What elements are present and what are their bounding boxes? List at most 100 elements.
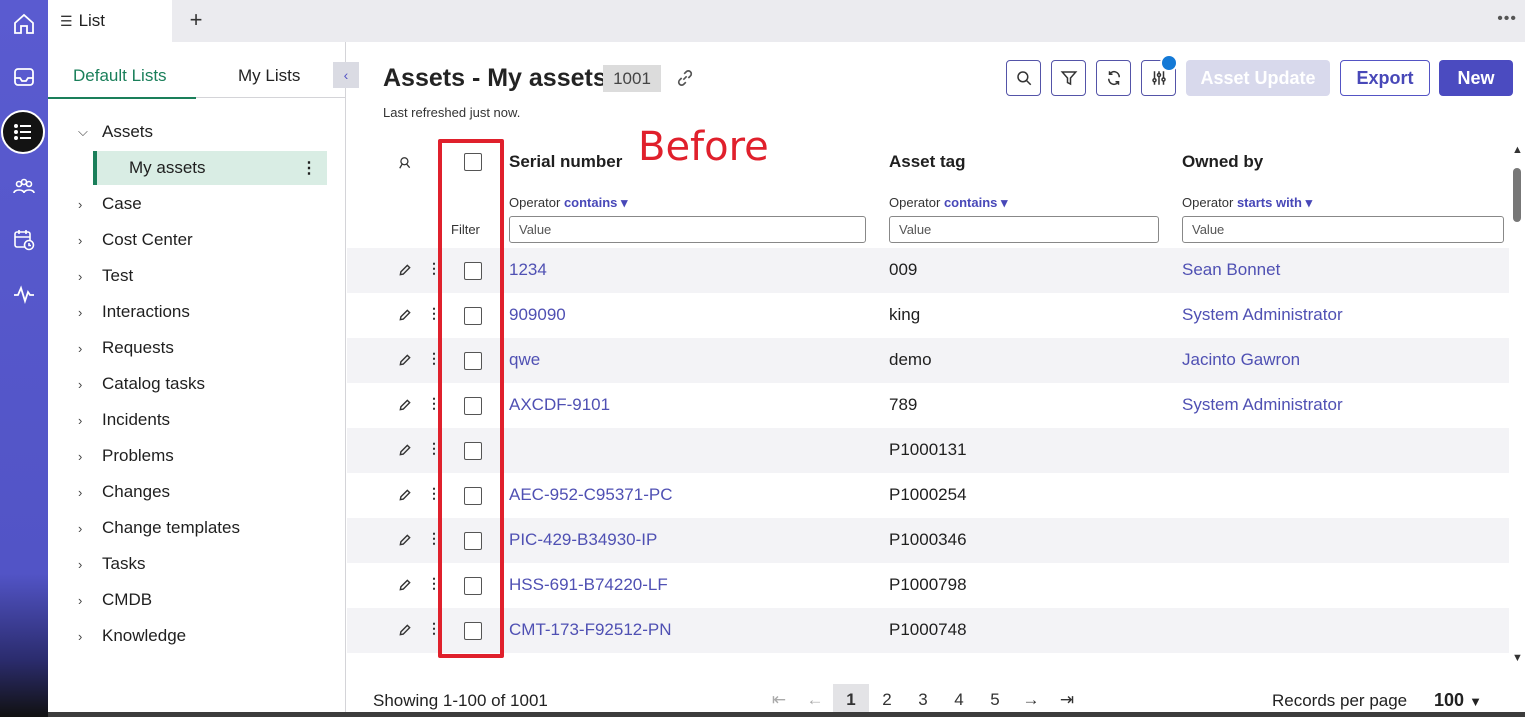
new-button[interactable]: New [1439, 60, 1513, 96]
edit-icon[interactable] [398, 578, 412, 592]
search-button[interactable] [1006, 60, 1041, 96]
table-row[interactable]: ⋮ P1000131 [347, 428, 1509, 473]
list-icon[interactable] [1, 110, 45, 154]
sliders-icon [1151, 71, 1166, 85]
left-rail [0, 0, 48, 717]
edit-icon[interactable] [398, 623, 412, 637]
add-tab-icon[interactable]: + [184, 7, 208, 32]
edit-icon[interactable] [398, 533, 412, 547]
column-header-asset-tag[interactable]: Asset tag [889, 152, 966, 172]
serial-number-link[interactable]: CMT-173-F92512-PN [509, 620, 672, 640]
edit-icon[interactable] [398, 263, 412, 277]
owned-by-link[interactable]: Jacinto Gawron [1182, 350, 1300, 370]
owned-by-link[interactable]: Sean Bonnet [1182, 260, 1280, 280]
table-row[interactable]: ⋮ HSS-691-B74220-LF P1000798 [347, 563, 1509, 608]
tree-item-cmdb[interactable]: › CMDB [48, 582, 346, 618]
serial-number-link[interactable]: HSS-691-B74220-LF [509, 575, 668, 595]
table-row[interactable]: ⋮ AEC-952-C95371-PC P1000254 [347, 473, 1509, 518]
edit-icon[interactable] [398, 353, 412, 367]
asset-update-button[interactable]: Asset Update [1186, 60, 1330, 96]
records-per-page-select[interactable]: 100 ▼ [1434, 690, 1482, 711]
serial-number-link[interactable]: 909090 [509, 305, 566, 325]
caret-down-icon[interactable]: ▾ [621, 195, 628, 210]
asset-tag-cell: demo [889, 350, 932, 369]
table-row[interactable]: ⋮ AXCDF-9101 789 System Administrator [347, 383, 1509, 428]
owned-by-link[interactable]: System Administrator [1182, 305, 1343, 325]
tree-item-interactions[interactable]: › Interactions [48, 294, 346, 330]
link-icon[interactable] [675, 68, 695, 88]
vertical-scrollbar[interactable]: ▲ ▼ [1510, 144, 1524, 664]
column-header-owned-by[interactable]: Owned by [1182, 152, 1263, 172]
chevron-right-icon: › [78, 412, 83, 428]
operator-select[interactable]: starts with [1237, 195, 1302, 210]
filter-button[interactable] [1051, 60, 1086, 96]
serial-number-link[interactable]: PIC-429-B34930-IP [509, 530, 657, 550]
tree-item-problems[interactable]: › Problems [48, 438, 346, 474]
edit-icon[interactable] [398, 398, 412, 412]
tree-item-requests[interactable]: › Requests [48, 330, 346, 366]
home-icon[interactable] [0, 4, 48, 44]
column-pin-icon[interactable] [398, 156, 412, 170]
tree-item-catalog-tasks[interactable]: › Catalog tasks [48, 366, 346, 402]
table-row[interactable]: ⋮ CMT-173-F92512-PN P1000748 [347, 608, 1509, 653]
tree-item-label: CMDB [102, 590, 153, 609]
people-icon[interactable] [0, 167, 48, 207]
edit-icon[interactable] [398, 488, 412, 502]
records-per-page-label: Records per page [1272, 691, 1408, 710]
owned-by-filter-input[interactable]: Value [1182, 216, 1504, 243]
records-per-page-value: 100 [1434, 690, 1465, 710]
tree-item-label: Changes [102, 482, 171, 501]
serial-filter-input[interactable]: Value [509, 216, 866, 243]
tab-default-lists[interactable]: Default Lists [48, 66, 196, 99]
export-button[interactable]: Export [1340, 60, 1430, 96]
tree-item-knowledge[interactable]: › Knowledge [48, 618, 346, 654]
window-bottom-edge [48, 712, 1525, 717]
app-root: ☰ List + ••• Default Lists My Lists ‹ ⌵ … [0, 0, 1525, 717]
tab-list[interactable]: ☰ List [48, 0, 172, 42]
edit-icon[interactable] [398, 443, 412, 457]
serial-number-link[interactable]: qwe [509, 350, 540, 370]
tree-item-test[interactable]: › Test [48, 258, 346, 294]
scroll-thumb[interactable] [1513, 168, 1521, 222]
calendar-clock-icon[interactable] [0, 220, 48, 260]
record-count-badge: 1001 [603, 65, 661, 92]
operator-select[interactable]: contains [564, 195, 617, 210]
inbox-icon[interactable] [0, 57, 48, 97]
edit-icon[interactable] [398, 308, 412, 322]
refresh-button[interactable] [1096, 60, 1131, 96]
activity-icon[interactable] [0, 274, 48, 314]
column-header-serial-number[interactable]: Serial number [509, 152, 622, 172]
tree-item-assets[interactable]: ⌵ Assets [48, 114, 346, 150]
more-vertical-icon[interactable]: ⋮ [301, 158, 317, 178]
owned-by-link[interactable]: System Administrator [1182, 395, 1343, 415]
tab-my-lists[interactable]: My Lists [238, 66, 300, 86]
sidebar: Default Lists My Lists ‹ ⌵ Assets My ass… [48, 42, 359, 717]
tree-item-cost-center[interactable]: › Cost Center [48, 222, 346, 258]
asset-tag-cell: P1000748 [889, 620, 967, 639]
tree-item-incidents[interactable]: › Incidents [48, 402, 346, 438]
table-row[interactable]: ⋮ qwe demo Jacinto Gawron [347, 338, 1509, 383]
scroll-down-icon[interactable]: ▼ [1512, 652, 1523, 664]
more-options-icon[interactable]: ••• [1497, 10, 1517, 28]
serial-number-link[interactable]: AXCDF-9101 [509, 395, 610, 415]
scroll-up-icon[interactable]: ▲ [1512, 144, 1523, 156]
serial-number-link[interactable]: 1234 [509, 260, 547, 280]
table-row[interactable]: ⋮ 1234 009 Sean Bonnet [347, 248, 1509, 293]
serial-number-link[interactable]: AEC-952-C95371-PC [509, 485, 672, 505]
asset-tag-cell: P1000346 [889, 530, 967, 549]
tree-item-changes[interactable]: › Changes [48, 474, 346, 510]
tree-item-change-templates[interactable]: › Change templates [48, 510, 346, 546]
tree-item-case[interactable]: › Case [48, 186, 346, 222]
last-refreshed-text: Last refreshed just now. [383, 105, 521, 120]
table-row[interactable]: ⋮ 909090 king System Administrator [347, 293, 1509, 338]
table-row[interactable]: ⋮ PIC-429-B34930-IP P1000346 [347, 518, 1509, 563]
operator-select[interactable]: contains [944, 195, 997, 210]
tree-item-my-assets[interactable]: My assets ⋮ [93, 151, 327, 185]
tree-item-tasks[interactable]: › Tasks [48, 546, 346, 582]
asset-tag-cell: 789 [889, 395, 918, 414]
asset-tag-cell: 009 [889, 260, 918, 279]
asset-tag-filter-input[interactable]: Value [889, 216, 1159, 243]
caret-down-icon[interactable]: ▾ [1001, 195, 1008, 210]
caret-down-icon[interactable]: ▾ [1306, 195, 1313, 210]
chevron-right-icon: › [78, 304, 83, 320]
